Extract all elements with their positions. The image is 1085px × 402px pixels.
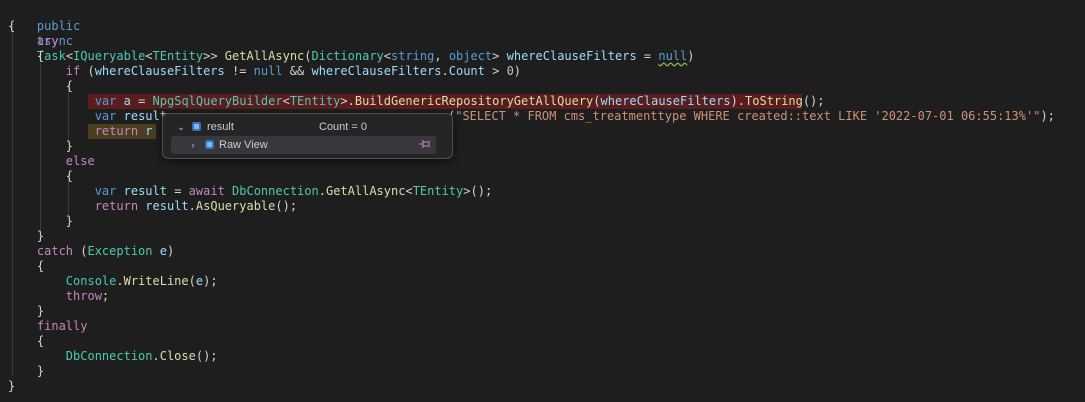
- method-name: Close: [159, 349, 196, 363]
- code-line-19[interactable]: Console.WriteLine(e);: [8, 274, 218, 289]
- keyword: if: [65, 64, 81, 78]
- code-line-11[interactable]: else: [8, 154, 95, 169]
- keyword: else: [65, 154, 95, 168]
- object-icon: [205, 140, 214, 149]
- variable: r: [145, 124, 153, 138]
- type-name: Exception: [87, 244, 153, 258]
- parameter-name: whereClauseFilters: [506, 49, 637, 63]
- keyword: await: [188, 184, 225, 198]
- keyword: null: [658, 49, 688, 63]
- type-name: TEntity: [289, 94, 341, 108]
- code-line-16[interactable]: }: [8, 229, 44, 244]
- code-line-8[interactable]: var result: [8, 109, 167, 124]
- variable-name: result: [207, 121, 234, 133]
- keyword: var: [94, 184, 117, 198]
- code-line-25[interactable]: }: [8, 364, 44, 379]
- code-line-14[interactable]: return result.AsQueryable();: [8, 199, 297, 214]
- object-icon: [192, 122, 201, 131]
- keyword: object: [448, 49, 493, 63]
- keyword: throw: [65, 289, 102, 303]
- chevron-right-icon[interactable]: ›: [187, 136, 199, 154]
- type-name: TEntity: [412, 184, 464, 198]
- keyword: var: [94, 94, 117, 108]
- popup-row-result[interactable]: ⌄ result Count = 0: [171, 118, 436, 136]
- variable: result: [123, 109, 167, 123]
- code-line-6[interactable]: {: [8, 79, 73, 94]
- code-line-24[interactable]: DbConnection.Close();: [8, 349, 218, 364]
- variable: a: [123, 94, 131, 108]
- type-name: Console: [65, 274, 117, 288]
- keyword: finally: [36, 319, 88, 333]
- keyword: try: [36, 34, 59, 48]
- method-name: AsQueryable: [195, 199, 276, 213]
- code-line-21[interactable]: }: [8, 304, 44, 319]
- keyword: null: [253, 64, 283, 78]
- code-line-17[interactable]: catch (Exception e): [8, 244, 174, 259]
- code-line-5[interactable]: if (whereClauseFilters != null && whereC…: [8, 64, 521, 79]
- code-line-7[interactable]: var a = NpgSqlQueryBuilder<TEntity>.Buil…: [8, 94, 825, 109]
- type-name: DbConnection: [232, 184, 319, 198]
- keyword: catch: [36, 244, 74, 258]
- code-editor[interactable]: public async Task<IQueryable<TEntity>> G…: [0, 0, 1085, 402]
- variable: whereClauseFilters: [600, 94, 731, 108]
- debug-hover-popup[interactable]: ⌄ result Count = 0 › Raw View: [162, 113, 453, 159]
- code-line-2[interactable]: {: [8, 19, 15, 34]
- keyword: return: [94, 199, 139, 213]
- code-line-13[interactable]: var result = await DbConnection.GetAllAs…: [8, 184, 492, 199]
- variable-value: Count = 0: [319, 121, 368, 133]
- variable: e: [159, 244, 167, 258]
- keyword: return: [94, 124, 139, 138]
- type-name: IQueryable: [73, 49, 146, 63]
- code-line-10[interactable]: }: [8, 139, 73, 154]
- method-name: GetAllAsync: [325, 184, 406, 198]
- pin-icon[interactable]: [418, 136, 432, 154]
- method-name: GetAllAsync: [224, 49, 305, 63]
- chevron-down-icon[interactable]: ⌄: [175, 118, 187, 136]
- string-literal: "SELECT * FROM cms_treatmenttype WHERE c…: [455, 109, 1041, 123]
- variable: result: [123, 184, 167, 198]
- code-line-9[interactable]: return r: [8, 124, 153, 139]
- type-name: NpgSqlQueryBuilder: [152, 94, 283, 108]
- number-literal: 0: [506, 64, 514, 78]
- code-line-23[interactable]: {: [8, 334, 44, 349]
- variable: whereClauseFilters: [94, 64, 225, 78]
- code-line-12[interactable]: {: [8, 169, 73, 184]
- keyword: public: [36, 19, 81, 33]
- code-line-20[interactable]: throw;: [8, 289, 109, 304]
- property: Count: [448, 64, 485, 78]
- raw-view-label: Raw View: [219, 139, 268, 151]
- type-name: TEntity: [152, 49, 204, 63]
- code-line-3[interactable]: try: [8, 34, 59, 49]
- code-line-15[interactable]: }: [8, 214, 73, 229]
- variable: result: [145, 199, 189, 213]
- code-line-26[interactable]: }: [8, 379, 15, 394]
- method-name: WriteLine: [123, 274, 189, 288]
- type-name: DbConnection: [65, 349, 153, 363]
- code-line-1[interactable]: public async Task<IQueryable<TEntity>> G…: [8, 4, 695, 63]
- type-name: Dictionary: [311, 49, 384, 63]
- keyword: string: [391, 49, 435, 63]
- method-name: BuildGenericRepositoryGetAllQuery: [354, 94, 594, 108]
- popup-row-raw-view[interactable]: › Raw View: [171, 136, 436, 154]
- code-line-22[interactable]: finally: [8, 319, 88, 334]
- keyword: var: [94, 109, 117, 123]
- variable: whereClauseFilters: [311, 64, 442, 78]
- method-name: ToString: [745, 94, 803, 108]
- code-line-18[interactable]: {: [8, 259, 44, 274]
- code-line-4[interactable]: {: [8, 49, 44, 64]
- code-line-8-tail[interactable]: ("SELECT * FROM cms_treatmenttype WHERE …: [448, 109, 1055, 124]
